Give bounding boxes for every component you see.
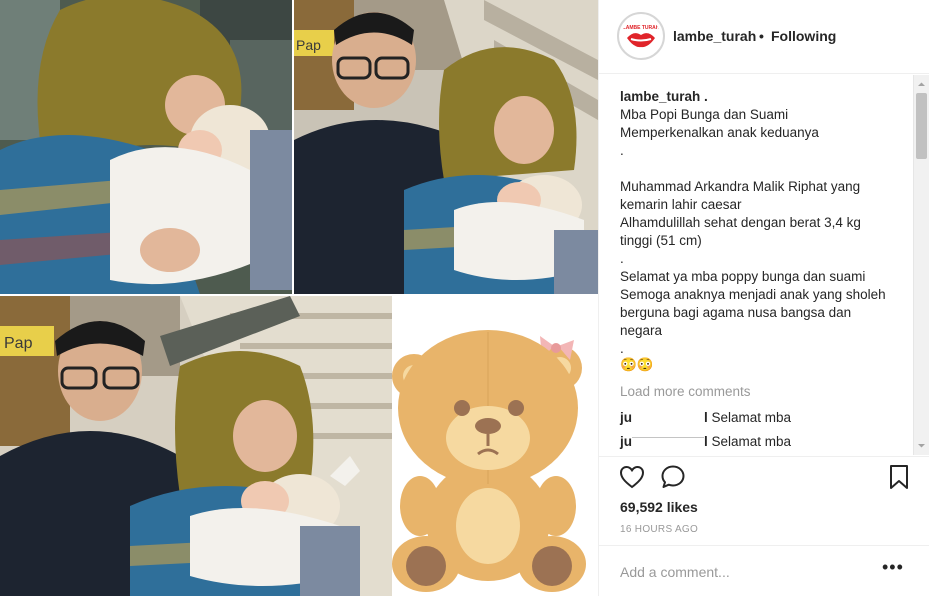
heart-outline-icon[interactable] [618, 463, 646, 491]
add-comment-bar: ••• [599, 545, 929, 596]
caption-line: . [620, 341, 624, 356]
post-timestamp[interactable]: 16 HOURS AGO [620, 524, 698, 535]
store-sign-text-2: Pap [4, 335, 33, 352]
speech-bubble-icon[interactable] [659, 463, 687, 491]
caption-line: Semoga anaknya menjadi anak yang sholeh [620, 287, 886, 302]
avatar[interactable]: LAMBE TURAH [622, 17, 660, 55]
avatar-logo-text: LAMBE TURAH [623, 25, 660, 31]
ellipsis-icon[interactable]: ••• [882, 558, 906, 580]
comment-item: ju l Selamat mba [620, 410, 792, 426]
caption-line: Mba Popi Bunga dan Suami [620, 107, 789, 122]
photo-mother-and-baby [0, 0, 292, 294]
scroll-down-arrow-icon[interactable] [914, 438, 929, 453]
redacted-username [632, 411, 704, 426]
caption-line: tinggi (51 cm) [620, 233, 702, 248]
caption-username[interactable]: lambe_turah . [620, 89, 708, 104]
caption-line: . [620, 143, 624, 158]
comment-username[interactable]: ju l [620, 410, 708, 426]
caption-line: Muhammad Arkandra Malik Riphat yang [620, 179, 861, 194]
following-button[interactable]: Following [771, 28, 836, 44]
caption-line: berguna bagi agama nusa bangsa dan [620, 305, 852, 320]
caption-line: kemarin lahir caesar [620, 197, 742, 212]
comment-item: ju l Selamat mba [620, 434, 791, 449]
avatar-story-ring[interactable]: LAMBE TURAH [617, 12, 665, 60]
comments-scrollbar[interactable] [913, 75, 929, 455]
teddy-bear-illustration [392, 296, 598, 596]
likes-count[interactable]: 69,592 likes [620, 499, 698, 515]
scrollbar-thumb[interactable] [916, 93, 927, 159]
post-side-panel: LAMBE TURAH lambe_turah • Following lamb… [598, 0, 929, 596]
post-image-collage[interactable]: Pap Pap [0, 0, 598, 596]
caption-line: negara [620, 323, 663, 338]
caption-line: Selamat ya mba poppy bunga dan suami [620, 269, 866, 284]
caption-emoji: 😳😳 [620, 357, 654, 372]
comments-section: lambe_turah . Mba Popi Bunga dan Suami M… [599, 75, 929, 455]
comment-username[interactable]: ju l [620, 434, 708, 449]
post-actions: 69,592 likes 16 HOURS AGO [599, 456, 929, 546]
redacted-username [632, 437, 704, 447]
caption-line: Memperkenalkan anak keduanya [620, 125, 819, 140]
comment-text: Selamat mba [711, 434, 792, 449]
bookmark-outline-icon[interactable] [885, 463, 913, 491]
caption-line: Alhamdulillah sehat dengan berat 3,4 kg [620, 215, 861, 230]
header-username[interactable]: lambe_turah [673, 28, 756, 44]
scroll-up-arrow-icon[interactable] [914, 77, 929, 92]
comment-text: Selamat mba [711, 410, 792, 425]
load-more-comments-button[interactable]: Load more comments [620, 384, 751, 399]
photo-couple-with-baby: Pap [294, 0, 598, 294]
caption-line: . [620, 251, 624, 266]
header-separator-dot: • [759, 28, 764, 44]
post-header: LAMBE TURAH lambe_turah • Following [599, 0, 929, 74]
add-comment-input[interactable] [620, 562, 860, 582]
store-sign-text: Pap [296, 37, 321, 53]
photo-family-on-stairs: Pap [0, 296, 392, 596]
